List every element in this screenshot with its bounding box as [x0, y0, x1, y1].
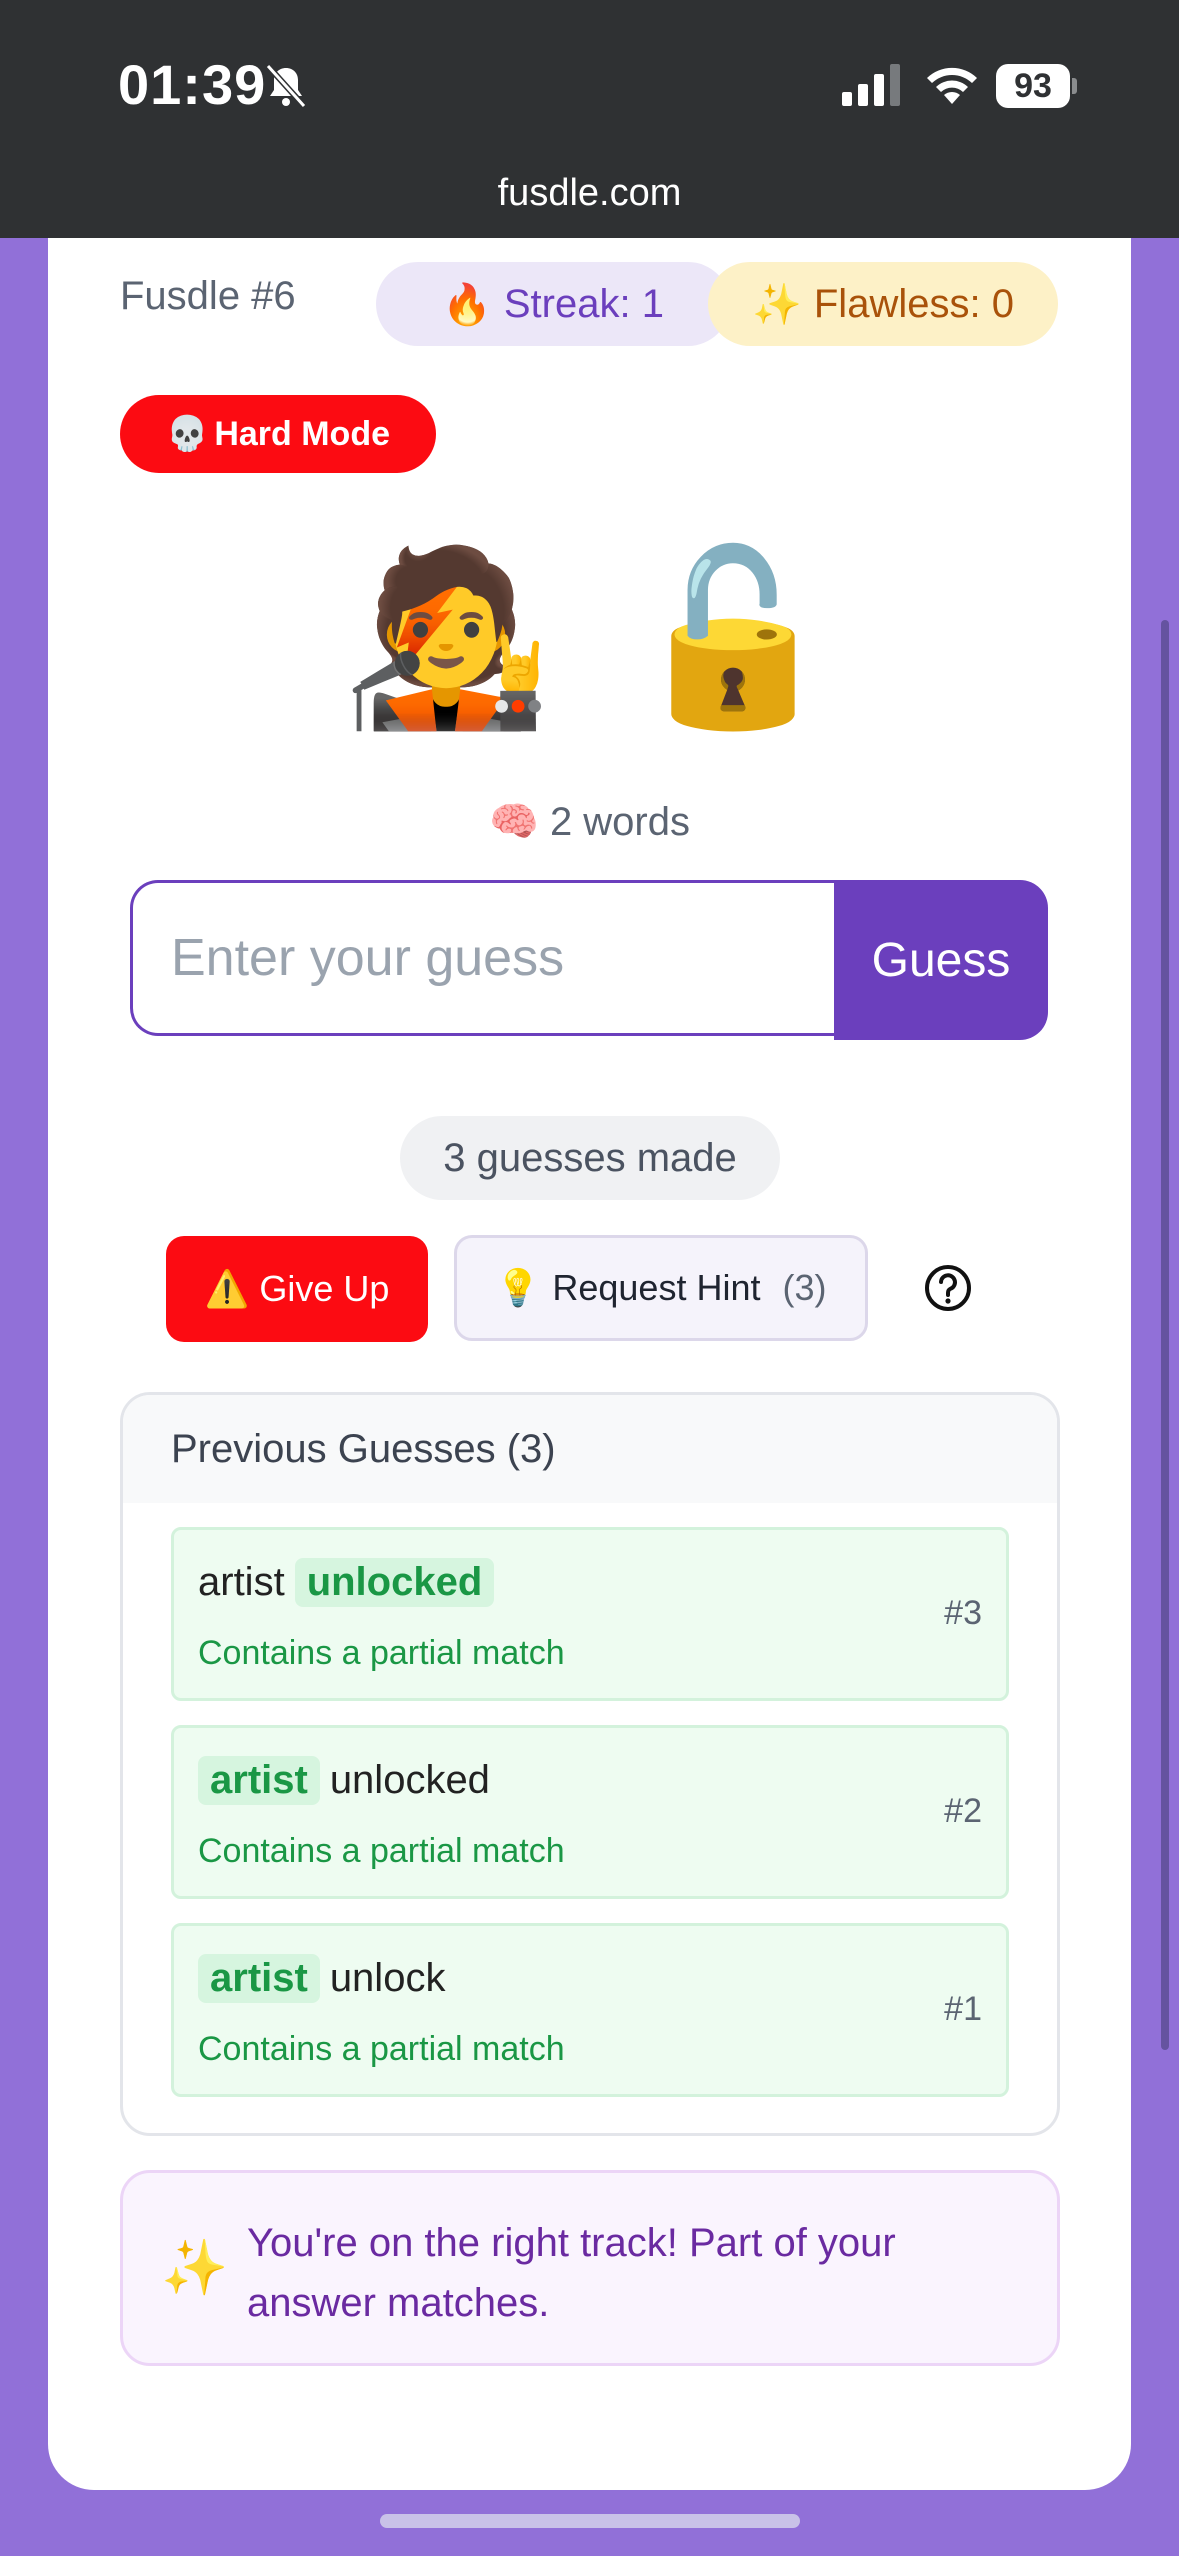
- guess-input[interactable]: [130, 880, 834, 1036]
- guess-words: artist unlock: [198, 1954, 445, 2003]
- battery-icon: 93: [996, 64, 1077, 108]
- guess-word-matched: artist: [198, 1756, 320, 1805]
- scrollbar[interactable]: [1161, 620, 1169, 2050]
- word-count-label: 2 words: [549, 800, 690, 844]
- streak-badge: 🔥 Streak: 1: [376, 262, 730, 346]
- sparkles-icon: ✨: [752, 282, 802, 327]
- guess-status: Contains a partial match: [198, 1832, 565, 1870]
- guess-status: Contains a partial match: [198, 1634, 565, 1672]
- request-hint-button[interactable]: 💡 Request Hint (3): [454, 1235, 868, 1341]
- previous-guess-row: artist unlocked Contains a partial match…: [171, 1527, 1009, 1701]
- unlocked-padlock-emoji: 🔓: [627, 543, 839, 733]
- skull-icon: 💀: [165, 415, 209, 453]
- request-hint-label: Request Hint: [552, 1267, 761, 1308]
- give-up-button[interactable]: ⚠️ Give Up: [166, 1236, 428, 1342]
- warning-icon: ⚠️: [204, 1268, 250, 1309]
- hint-count: (3): [782, 1267, 827, 1308]
- hard-mode-badge[interactable]: 💀 Hard Mode: [120, 395, 436, 473]
- clock: 01:39: [118, 53, 267, 116]
- guess-word-matched: artist: [198, 1954, 320, 2003]
- brain-icon: 🧠: [489, 800, 539, 844]
- cellular-signal-icon: [842, 64, 900, 106]
- guess-word-matched: unlocked: [294, 1558, 495, 1607]
- wifi-icon: [927, 67, 977, 104]
- previous-guesses-panel: Previous Guesses (3) artist unlocked Con…: [120, 1392, 1060, 2136]
- guess-words: artist unlocked: [198, 1558, 495, 1607]
- previous-guesses-title: Previous Guesses (3): [123, 1395, 1057, 1503]
- address-bar-url[interactable]: fusdle.com: [0, 172, 1179, 215]
- puzzle-number: Fusdle #6: [120, 274, 296, 318]
- guess-word: artist: [198, 1560, 285, 1604]
- battery-level: 93: [996, 64, 1070, 108]
- fire-icon: 🔥: [442, 282, 492, 327]
- guess-form: Guess: [130, 880, 1048, 1040]
- give-up-label: Give Up: [259, 1268, 390, 1309]
- lightbulb-icon: 💡: [495, 1267, 541, 1308]
- hard-mode-label: Hard Mode: [214, 414, 391, 453]
- bell-slash-icon: [265, 63, 307, 109]
- word-count: 🧠 2 words: [48, 798, 1131, 845]
- guess-word: unlock: [329, 1956, 446, 2000]
- flawless-label: Flawless: 0: [813, 281, 1014, 326]
- guess-status: Contains a partial match: [198, 2030, 565, 2068]
- previous-guess-row: artist unlock Contains a partial match #…: [171, 1923, 1009, 2097]
- guesses-made-counter: 3 guesses made: [400, 1116, 780, 1200]
- help-icon[interactable]: [924, 1264, 972, 1312]
- streak-label: Streak: 1: [503, 281, 664, 326]
- guess-word: unlocked: [329, 1758, 490, 1802]
- guess-button[interactable]: Guess: [834, 880, 1048, 1040]
- guess-number: #3: [944, 1594, 982, 1632]
- previous-guess-row: artist unlocked Contains a partial match…: [171, 1725, 1009, 1899]
- feedback-text: You're on the right track! Part of your …: [247, 2221, 896, 2325]
- game-card: Fusdle #6 🔥 Streak: 1 ✨ Flawless: 0 💀 Ha…: [48, 238, 1131, 2490]
- feedback-message: ✨ You're on the right track! Part of you…: [120, 2170, 1060, 2366]
- sparkles-icon: ✨: [161, 2238, 229, 2298]
- status-bar: 01:39 93 fusdle.com: [0, 0, 1179, 238]
- guess-words: artist unlocked: [198, 1756, 490, 1805]
- guess-number: #1: [944, 1990, 982, 2028]
- guess-number: #2: [944, 1792, 982, 1830]
- flawless-badge: ✨ Flawless: 0: [708, 262, 1058, 346]
- emoji-clue: 🧑‍🎤 🔓: [48, 538, 1131, 738]
- home-indicator[interactable]: [380, 2514, 800, 2528]
- singer-emoji: 🧑‍🎤: [340, 543, 552, 733]
